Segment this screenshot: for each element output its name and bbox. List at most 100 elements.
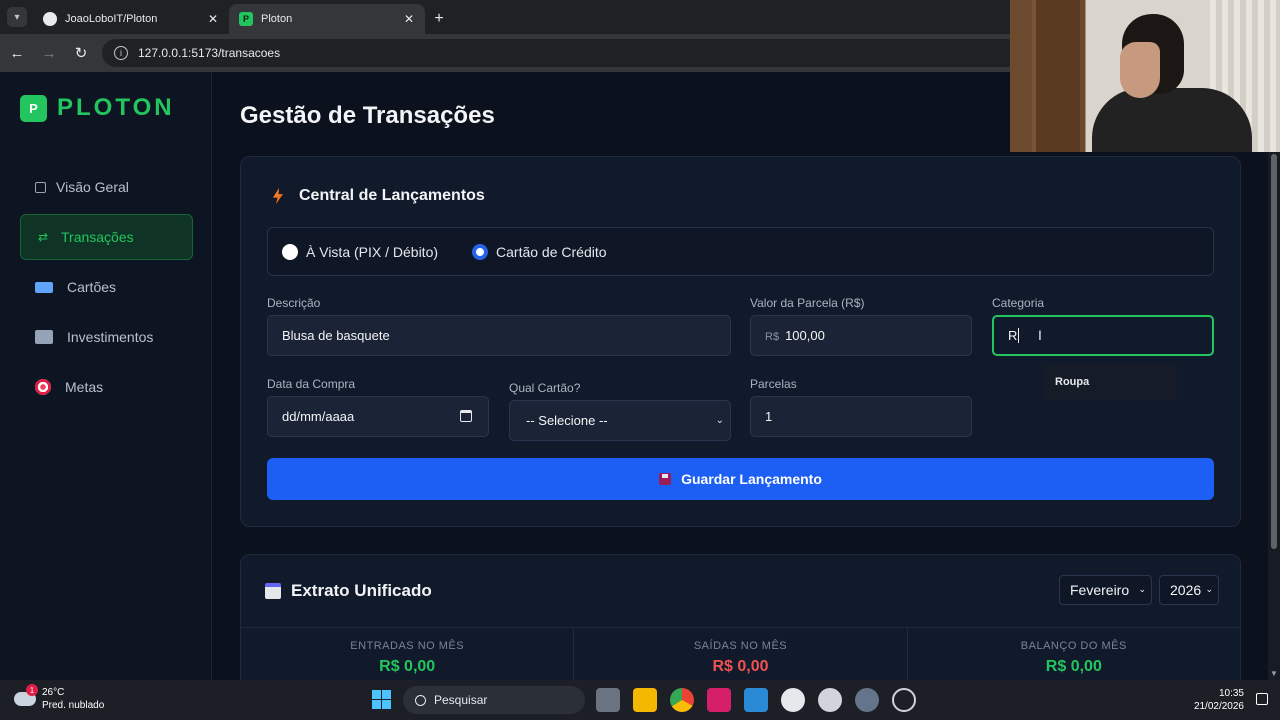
github-icon <box>43 12 57 26</box>
ploton-logo-icon: P <box>20 94 47 122</box>
new-tab-button[interactable]: + <box>425 4 453 34</box>
save-launch-button[interactable]: Guardar Lançamento <box>267 458 1214 500</box>
installments-label: Parcelas <box>750 377 797 391</box>
chevron-down-icon: ⌄ <box>715 415 724 426</box>
year-select[interactable]: 2026 ⌄ <box>1159 575 1219 605</box>
ploton-favicon-icon: P <box>239 12 253 26</box>
card-select[interactable]: -- Selecione -- ⌄ <box>509 400 731 441</box>
chrome-icon[interactable] <box>670 688 694 712</box>
launch-card-title-text: Central de Lançamentos <box>299 187 485 204</box>
chart-icon <box>35 330 53 344</box>
webcam-overlay <box>1010 0 1280 152</box>
site-info-icon[interactable]: i <box>114 46 128 60</box>
clock-date: 21/02/2026 <box>1193 701 1244 712</box>
vscode-icon[interactable] <box>744 688 768 712</box>
settings-gear-icon[interactable] <box>855 688 879 712</box>
card-select-value: -- Selecione -- <box>526 413 608 428</box>
calendar-icon[interactable] <box>460 410 472 422</box>
page-scrollbar[interactable]: ▼ <box>1268 152 1280 680</box>
statement-card: Extrato Unificado Fevereiro ⌄ 2026 ⌄ ENT… <box>240 554 1241 695</box>
purchase-date-input[interactable]: dd/mm/aaaa <box>267 396 489 437</box>
taskbar: 1 26°C Pred. nublado Pesquisar 10:35 21/… <box>0 680 1280 720</box>
radio-button-selected[interactable] <box>472 243 489 260</box>
page-title: Gestão de Transações <box>240 102 495 129</box>
installment-value: 100,00 <box>785 328 825 343</box>
month-select[interactable]: Fevereiro ⌄ <box>1059 575 1152 605</box>
tab-title: JoaoLoboIT/Ploton <box>65 13 158 25</box>
payment-option-avista[interactable]: À Vista (PIX / Débito) <box>282 243 438 260</box>
browser-tab-active[interactable]: P Ploton ✕ <box>229 4 425 34</box>
sidebar-item-investimentos[interactable]: Investimentos <box>20 314 193 360</box>
installment-value-input[interactable]: R$ 100,00 <box>750 315 972 356</box>
task-view-icon[interactable] <box>596 688 620 712</box>
stat-value: R$ 0,00 <box>712 658 769 675</box>
brand[interactable]: P PLOTON <box>20 94 175 122</box>
windows-start-icon[interactable] <box>372 690 391 709</box>
url-text: 127.0.0.1:5173/transacoes <box>138 46 281 60</box>
notification-badge: 1 <box>26 684 38 696</box>
currency-prefix: R$ <box>765 331 780 343</box>
jetbrains-icon[interactable] <box>707 688 731 712</box>
radio-button[interactable] <box>282 243 298 260</box>
scroll-down-icon[interactable]: ▼ <box>1270 669 1278 678</box>
save-launch-label: Guardar Lançamento <box>681 471 822 487</box>
back-icon[interactable]: ← <box>2 38 32 68</box>
description-value: Blusa de basquete <box>282 328 390 343</box>
address-bar[interactable]: i 127.0.0.1:5173/transacoes <box>102 39 1022 67</box>
sidebar-item-visao-geral[interactable]: Visão Geral <box>20 164 193 210</box>
category-input[interactable]: R I <box>992 315 1214 356</box>
card-select-label: Qual Cartão? <box>509 381 581 395</box>
text-caret <box>1018 328 1020 343</box>
installment-value-label: Valor da Parcela (R$) <box>750 296 865 310</box>
sidebar-item-cartoes[interactable]: Cartões <box>20 264 193 310</box>
extra-app-icon[interactable] <box>892 688 916 712</box>
launch-card: Central de Lançamentos À Vista (PIX / Dé… <box>240 156 1241 527</box>
tab-title: Ploton <box>261 13 293 25</box>
weather-temp: 26°C <box>42 687 65 698</box>
statement-title: Extrato Unificado <box>265 581 432 601</box>
close-tab-icon[interactable]: ✕ <box>401 11 417 27</box>
floppy-disk-icon <box>659 473 672 485</box>
swap-arrows-icon: ⇄ <box>37 230 49 244</box>
stat-label: BALANÇO DO MÊS <box>1020 640 1127 652</box>
search-icon <box>415 694 426 706</box>
file-explorer-icon[interactable] <box>633 688 657 712</box>
sidebar-item-label: Cartões <box>67 279 117 295</box>
purchase-date-placeholder: dd/mm/aaaa <box>282 409 355 424</box>
suggestion-label: Roupa <box>1055 376 1090 388</box>
sidebar-item-transacoes[interactable]: ⇄ Transações <box>20 214 193 260</box>
scrollbar-thumb[interactable] <box>1271 154 1277 549</box>
month-value: Fevereiro <box>1070 582 1130 598</box>
stat-value: R$ 0,00 <box>379 658 436 675</box>
browser-tab[interactable]: JoaoLoboIT/Ploton ✕ <box>33 4 229 34</box>
weather-widget[interactable]: 1 26°C Pred. nublado <box>14 684 104 712</box>
reload-icon[interactable]: ↻ <box>66 38 96 68</box>
sidebar-item-label: Transações <box>61 229 134 245</box>
target-icon <box>35 379 51 395</box>
statement-title-text: Extrato Unificado <box>291 581 432 600</box>
search-placeholder: Pesquisar <box>434 693 488 707</box>
github-icon[interactable] <box>818 688 842 712</box>
github-desktop-icon[interactable] <box>781 688 805 712</box>
app-root: P PLOTON Visão Geral ⇄ Transações Cartõe… <box>0 72 1280 695</box>
close-tab-icon[interactable]: ✕ <box>205 11 221 27</box>
tab-search-button[interactable]: ▾ <box>7 7 27 27</box>
description-input[interactable]: Blusa de basquete <box>267 315 731 356</box>
stat-value: R$ 0,00 <box>1045 658 1102 675</box>
sidebar-item-metas[interactable]: Metas <box>20 364 193 410</box>
sidebar-item-label: Investimentos <box>67 329 154 345</box>
description-label: Descrição <box>267 296 321 310</box>
payment-option-credito[interactable]: Cartão de Crédito <box>472 243 607 260</box>
launch-card-title: Central de Lançamentos <box>273 187 485 205</box>
radio-label: Cartão de Crédito <box>496 243 607 260</box>
credit-card-icon <box>35 281 53 293</box>
taskbar-search[interactable]: Pesquisar <box>403 686 585 714</box>
installments-input[interactable]: 1 <box>750 396 972 437</box>
system-clock[interactable]: 10:35 21/02/2026 <box>1194 687 1244 713</box>
forward-icon[interactable]: → <box>34 38 64 68</box>
sidebar-nav: Visão Geral ⇄ Transações Cartões Investi… <box>20 164 193 414</box>
chevron-down-icon: ⌄ <box>1205 584 1213 594</box>
lightning-icon <box>273 188 283 204</box>
category-suggestion-item[interactable]: Roupa <box>1045 364 1177 400</box>
notification-center-icon[interactable] <box>1256 693 1268 705</box>
